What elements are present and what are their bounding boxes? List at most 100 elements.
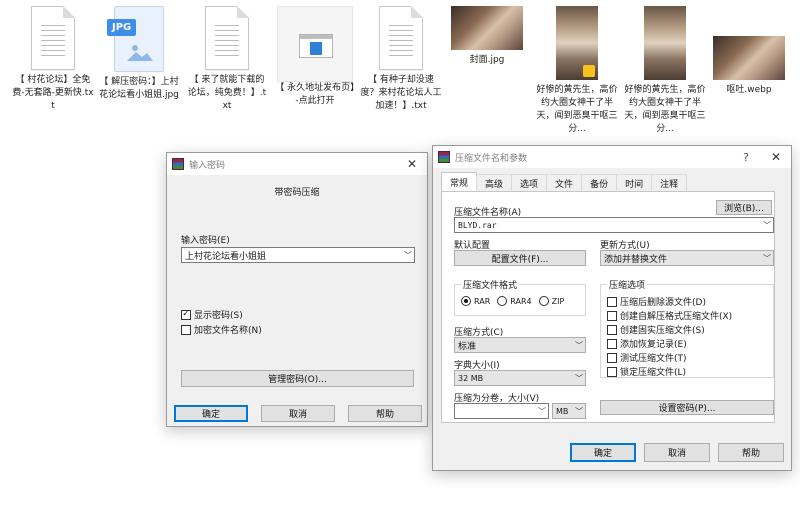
tab-advanced[interactable]: 高级 [476, 174, 513, 191]
help-icon[interactable]: ? [731, 146, 761, 168]
format-group: 压缩文件格式 RAR RAR4 ZIP [454, 278, 586, 316]
method-value: 标准 [458, 341, 477, 352]
file-name: 【 来了就能下载的论坛，纯免费！】.txt [187, 75, 267, 111]
update-mode-select[interactable]: 添加并替换文件 ﹀ [600, 250, 774, 266]
file-item[interactable]: 呕吐.webp [708, 6, 790, 97]
update-mode-value: 添加并替换文件 [604, 254, 668, 265]
chevron-down-icon[interactable]: ﹀ [536, 404, 548, 418]
checkbox-unchecked-icon [607, 352, 617, 363]
checkbox-label: 创建固实压缩文件(S) [620, 326, 705, 336]
split-size-input[interactable]: ﹀ [454, 403, 549, 419]
ok-button[interactable]: 确定 [174, 405, 248, 422]
file-name: 【 永久地址发布页】-点此打开 [275, 83, 355, 106]
format-radio-rar4[interactable]: RAR4 [497, 296, 532, 306]
image-thumbnail [713, 36, 785, 80]
checkbox-label: 创建自解压格式压缩文件(X) [620, 312, 733, 322]
file-name: 好惨的黄先生，高价约大圈女神干了半天，闻到恶臭干呕三分... [624, 85, 706, 134]
format-group-label: 压缩文件格式 [461, 278, 520, 291]
checkbox-label: 添加恢复记录(E) [620, 340, 687, 350]
split-unit-value: MB [556, 406, 569, 416]
archive-name-input[interactable]: BLYD.rar ﹀ [454, 217, 774, 233]
file-item[interactable]: JPG 【 解压密码：】上村花论坛看小姐姐.jpg [98, 6, 180, 102]
help-button[interactable]: 帮助 [348, 405, 422, 422]
delete-after-checkbox[interactable]: 压缩后删除源文件(D) [607, 295, 706, 308]
password-dialog: 输入密码 ✕ 带密码压缩 输入密码(E) 上村花论坛看小姐姐 ﹀ ✓ 显示密码(… [166, 152, 428, 427]
chevron-down-icon[interactable]: ﹀ [573, 371, 585, 385]
image-glyph-icon [127, 45, 153, 61]
archive-dialog-titlebar[interactable]: 压缩文件名和参数 ? ✕ [433, 146, 791, 168]
radio-unselected-icon [497, 296, 508, 306]
method-select[interactable]: 标准 ﹀ [454, 337, 586, 353]
tab-files[interactable]: 文件 [546, 174, 583, 191]
show-password-checkbox[interactable]: ✓ 显示密码(S) [181, 308, 243, 321]
tab-options[interactable]: 选项 [511, 174, 548, 191]
radio-label: RAR [474, 296, 491, 306]
checkbox-unchecked-icon [607, 310, 617, 321]
file-item[interactable]: 封面.jpg [446, 6, 528, 67]
tab-time[interactable]: 时间 [616, 174, 653, 191]
radio-label: ZIP [551, 296, 565, 306]
checkbox-label: 加密文件名称(N) [194, 326, 262, 336]
text-file-icon [379, 6, 423, 70]
chevron-down-icon[interactable]: ﹀ [573, 338, 585, 352]
options-group-label: 压缩选项 [607, 278, 648, 291]
file-name: 【 解压密码：】上村花论坛看小姐姐.jpg [99, 77, 179, 100]
test-archive-checkbox[interactable]: 测试压缩文件(T) [607, 351, 687, 364]
chevron-down-icon[interactable]: ﹀ [761, 218, 773, 232]
checkbox-unchecked-icon [181, 324, 191, 335]
profiles-button[interactable]: 配置文件(F)... [454, 250, 586, 266]
checkbox-label: 压缩后删除源文件(D) [620, 298, 706, 308]
text-file-icon [205, 6, 249, 70]
format-radio-rar[interactable]: RAR [461, 296, 490, 306]
set-password-button[interactable]: 设置密码(P)... [600, 400, 774, 415]
file-item[interactable]: 好惨的黄先生，高价约大圈女神干了半天，闻到恶臭干呕三分... [536, 6, 618, 136]
dictionary-size-select[interactable]: 32 MB ﹀ [454, 370, 586, 386]
manage-passwords-button[interactable]: 管理密码(O)... [181, 370, 414, 387]
file-name: 呕吐.webp [726, 85, 772, 95]
split-unit-select[interactable]: MB ﹀ [552, 403, 586, 419]
format-radio-zip[interactable]: ZIP [538, 296, 565, 306]
file-item[interactable]: 【 有种子却没速度？来村花论坛人工加速！】.txt [360, 6, 442, 113]
archive-name-value: BLYD.rar [458, 220, 497, 230]
chevron-down-icon[interactable]: ﹀ [761, 251, 773, 265]
checkbox-unchecked-icon [607, 324, 617, 335]
file-name: 好惨的黄先生，高价约大圈女神干了半天，闻到恶臭干呕三分... [536, 85, 618, 134]
image-thumbnail [644, 6, 686, 80]
cancel-button[interactable]: 取消 [644, 443, 710, 462]
create-solid-checkbox[interactable]: 创建固实压缩文件(S) [607, 323, 705, 336]
general-tab-panel: 压缩文件名称(A) 浏览(B)... BLYD.rar ﹀ 默认配置 配置文件(… [441, 191, 775, 423]
file-item[interactable]: 【 永久地址发布页】-点此打开 [274, 6, 356, 108]
tab-general[interactable]: 常规 [441, 172, 478, 191]
create-sfx-checkbox[interactable]: 创建自解压格式压缩文件(X) [607, 309, 732, 322]
options-group: 压缩选项 压缩后删除源文件(D) 创建自解压格式压缩文件(X) 创建固实压缩文件… [600, 278, 774, 378]
browse-button[interactable]: 浏览(B)... [716, 200, 772, 215]
lock-archive-checkbox[interactable]: 锁定压缩文件(L) [607, 365, 686, 378]
close-icon[interactable]: ✕ [397, 153, 427, 175]
ok-button[interactable]: 确定 [570, 443, 636, 462]
tab-backup[interactable]: 备份 [581, 174, 618, 191]
encrypt-names-checkbox[interactable]: 加密文件名称(N) [181, 323, 262, 336]
file-item[interactable]: 【 村花论坛】全免费-无套路-更新快.txt [12, 6, 94, 113]
help-button[interactable]: 帮助 [718, 443, 784, 462]
tab-comment[interactable]: 注释 [651, 174, 688, 191]
cancel-button[interactable]: 取消 [261, 405, 335, 422]
chevron-down-icon[interactable]: ﹀ [573, 404, 585, 418]
checkbox-unchecked-icon [607, 296, 617, 307]
checkbox-label: 测试压缩文件(T) [620, 354, 687, 364]
password-label: 输入密码(E) [181, 236, 230, 246]
recovery-record-checkbox[interactable]: 添加恢复记录(E) [607, 337, 687, 350]
jpg-badge: JPG [107, 19, 137, 36]
file-item[interactable]: 好惨的黄先生，高价约大圈女神干了半天，闻到恶臭干呕三分... [624, 6, 706, 136]
chevron-down-icon[interactable]: ﹀ [402, 248, 414, 262]
webpage-file-icon [277, 6, 353, 82]
password-input[interactable]: 上村花论坛看小姐姐 ﹀ [181, 247, 415, 263]
file-item[interactable]: 【 来了就能下载的论坛，纯免费！】.txt [186, 6, 268, 113]
close-icon[interactable]: ✕ [761, 146, 791, 168]
password-dialog-titlebar[interactable]: 输入密码 ✕ [167, 153, 427, 175]
video-thumbnail [556, 6, 598, 80]
dialog-heading: 带密码压缩 [274, 188, 320, 198]
checkbox-label: 锁定压缩文件(L) [620, 368, 687, 378]
dictionary-size-value: 32 MB [458, 373, 484, 383]
tab-bar: 常规 高级 选项 文件 备份 时间 注释 [441, 172, 688, 191]
winrar-icon [172, 158, 184, 170]
